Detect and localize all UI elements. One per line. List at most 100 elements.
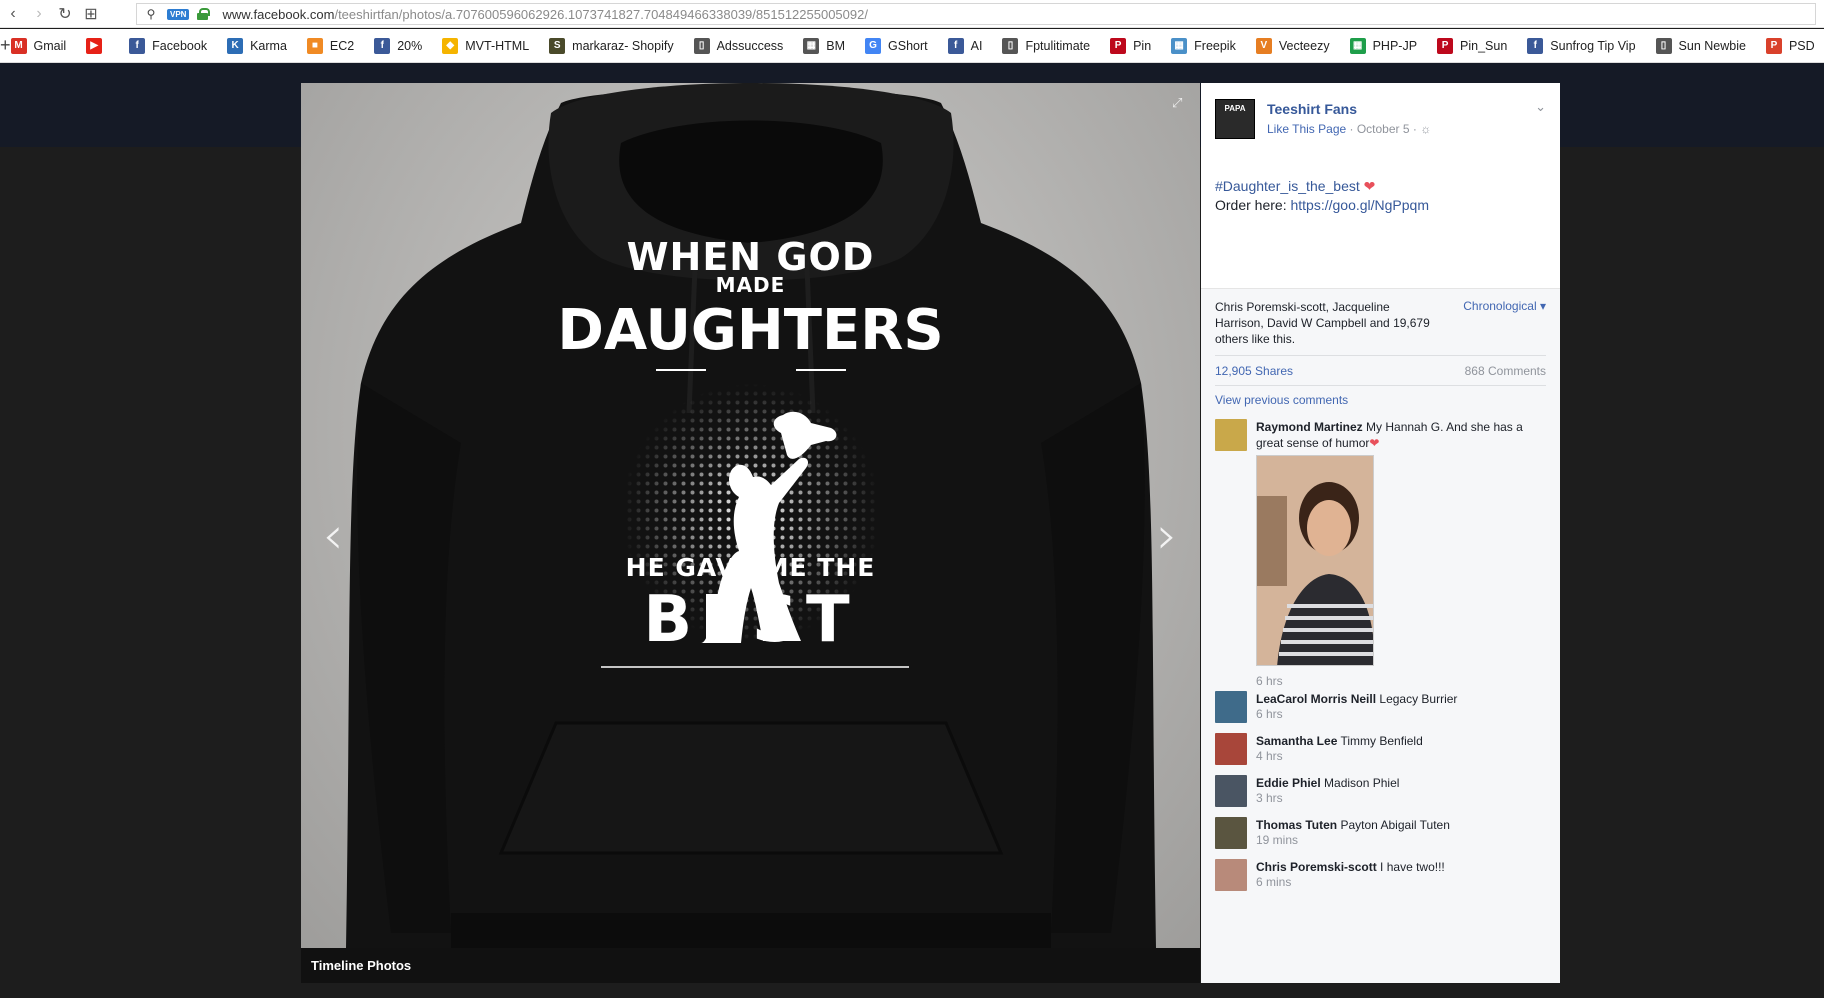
chevron-down-icon[interactable]: ⌄ — [1535, 99, 1546, 115]
bookmark-item[interactable]: K Karma — [227, 37, 287, 54]
aws-icon: ■ — [306, 37, 323, 54]
comment-time[interactable]: 6 mins — [1256, 875, 1291, 889]
bookmark-item[interactable]: ▦ BM — [803, 37, 846, 54]
comment-time[interactable]: 6 hrs — [1256, 707, 1283, 721]
comment-time[interactable]: 4 hrs — [1256, 749, 1283, 763]
bookmark-label: Sunfrog Tip Vip — [1550, 38, 1636, 53]
photo[interactable]: WHEN GOD MADE DAUGHTERS HE GAVE ME THE B… — [301, 83, 1200, 948]
commenter-avatar[interactable] — [1215, 419, 1247, 451]
bookmark-item[interactable]: V Vecteezy — [1255, 37, 1330, 54]
bookmark-label: PSD — [1788, 38, 1815, 53]
bookmark-item[interactable]: f Sunfrog Tip Vip — [1527, 37, 1636, 54]
page-icon: ▯ — [1002, 37, 1019, 54]
bookmarks-bar: + M Gmail ▶ f Facebook K Karma ■ EC2 f 20% ◆ MVT-HTM… — [0, 29, 1824, 63]
print-line-5: BEST — [643, 583, 858, 657]
likes-summary[interactable]: Chris Poremski-scott, Jacqueline Harriso… — [1215, 299, 1435, 347]
bookmark-item[interactable]: ■ EC2 — [306, 37, 354, 54]
bookmark-item[interactable]: ▯ Sun Newbie — [1655, 37, 1746, 54]
post-date[interactable]: October 5 — [1357, 122, 1410, 136]
bookmark-item[interactable]: ▶ — [86, 37, 109, 54]
reload-icon[interactable]: ↻ — [52, 0, 78, 28]
hashtag-link[interactable]: #Daughter_is_the_best — [1215, 178, 1360, 194]
post-panel: PAPA Teeshirt Fans Like This Page · Octo… — [1201, 83, 1560, 983]
bookmark-item[interactable]: ▯ Fptulitimate — [1002, 37, 1091, 54]
bookmark-label: Gmail — [33, 38, 67, 53]
grid-icon[interactable]: ⊞ — [78, 0, 104, 28]
bookmark-item[interactable]: ▯ Adssuccess — [693, 37, 784, 54]
bookmark-item[interactable]: Smarkaraz- Shopify — [549, 37, 674, 54]
view-previous-comments[interactable]: View previous comments — [1215, 393, 1348, 407]
forward-icon[interactable]: › — [26, 0, 52, 28]
bookmark-item[interactable]: ▦ Freepik — [1171, 37, 1236, 54]
commenter-avatar[interactable] — [1215, 691, 1247, 723]
commenter-name[interactable]: Thomas Tuten — [1256, 818, 1337, 832]
commenter-avatar[interactable] — [1215, 817, 1247, 849]
freepik-icon: ▦ — [1171, 37, 1188, 54]
bookmark-label: Sun Newbie — [1678, 38, 1746, 53]
bookmark-item[interactable]: f 20% — [374, 37, 423, 54]
commenter-avatar[interactable] — [1215, 859, 1247, 891]
post-meta: Like This Page · October 5 · ☼ — [1267, 122, 1432, 136]
sort-dropdown[interactable]: Chronological ▾ — [1463, 299, 1546, 313]
page-name[interactable]: Teeshirt Fans — [1267, 101, 1357, 117]
url-text: www.facebook.com/teeshirtfan/photos/a.70… — [222, 6, 868, 22]
diamond-icon: ◆ — [442, 37, 459, 54]
comment: LeaCarol Morris Neill Legacy Burrier 6 h… — [1215, 691, 1546, 725]
comment-text: Legacy Burrier — [1379, 692, 1458, 706]
vpn-badge[interactable]: VPN — [167, 8, 190, 20]
post-text: #Daughter_is_the_best ❤ Order here: http… — [1215, 177, 1429, 215]
commenter-avatar[interactable] — [1215, 775, 1247, 807]
commenter-name[interactable]: Raymond Martinez — [1256, 420, 1363, 434]
bookmark-label: BM — [826, 38, 846, 53]
bookmark-item[interactable]: G GShort — [865, 37, 928, 54]
comments-count[interactable]: 868 Comments — [1465, 364, 1546, 378]
commenter-name[interactable]: LeaCarol Morris Neill — [1256, 692, 1376, 706]
bookmark-label: 20% — [397, 38, 423, 53]
commenter-name[interactable]: Samantha Lee — [1256, 734, 1337, 748]
search-icon: ⚲ — [146, 7, 156, 21]
pinterest-icon: P — [1437, 37, 1454, 54]
bookmark-item[interactable]: P Pin — [1110, 37, 1151, 54]
like-page-link[interactable]: Like This Page — [1267, 122, 1346, 136]
add-bookmark-icon[interactable]: + — [0, 35, 11, 56]
back-icon[interactable]: ‹ — [0, 0, 26, 28]
photo-viewer: WHEN GOD MADE DAUGHTERS HE GAVE ME THE B… — [301, 83, 1200, 983]
shares-link[interactable]: 12,905 Shares — [1215, 364, 1293, 378]
previous-photo-icon[interactable]: ‹ — [313, 506, 353, 566]
bookmark-label: Fptulitimate — [1025, 38, 1091, 53]
bookmark-item[interactable]: M Gmail — [10, 37, 67, 54]
bookmark-item[interactable]: P Pin_Sun — [1437, 37, 1507, 54]
comment: Chris Poremski-scott I have two!!! 6 min… — [1215, 859, 1546, 893]
page-avatar[interactable]: PAPA — [1215, 99, 1255, 139]
bookmark-label: Freepik — [1194, 38, 1236, 53]
bookmark-item[interactable]: ◆ MVT-HTML — [442, 37, 529, 54]
bookmark-label: Adssuccess — [716, 38, 784, 53]
commenter-name[interactable]: Chris Poremski-scott — [1256, 860, 1377, 874]
next-photo-icon[interactable]: › — [1147, 506, 1187, 566]
order-link[interactable]: https://goo.gl/NgPpqm — [1290, 197, 1429, 213]
karma-icon: K — [227, 37, 244, 54]
bookmark-item[interactable]: f Facebook — [129, 37, 207, 54]
address-bar[interactable]: ⚲ VPN www.facebook.com/teeshirtfan/photo… — [136, 3, 1816, 25]
comment-photo[interactable] — [1256, 455, 1374, 666]
commenter-name[interactable]: Eddie Phiel — [1256, 776, 1321, 790]
comment-time[interactable]: 6 hrs — [1256, 674, 1283, 688]
bookmark-item[interactable]: ▦ PHP-JP — [1349, 37, 1417, 54]
divider — [1215, 355, 1546, 356]
heart-icon: ❤ — [1363, 178, 1376, 194]
order-label: Order here: — [1215, 197, 1287, 213]
bookmark-item[interactable]: f AI — [947, 37, 982, 54]
commenter-avatar[interactable] — [1215, 733, 1247, 765]
caption-bar: Timeline Photos — [301, 948, 1200, 983]
page-icon: ▯ — [1655, 37, 1672, 54]
comment-time[interactable]: 19 mins — [1256, 833, 1298, 847]
comment: Samantha Lee Timmy Benfield 4 hrs — [1215, 733, 1546, 767]
album-caption[interactable]: Timeline Photos — [311, 958, 411, 973]
comment-time[interactable]: 3 hrs — [1256, 791, 1283, 805]
girl-photo-image — [1257, 456, 1373, 665]
hoodie-image — [346, 83, 1156, 948]
print-line-3: DAUGHTERS — [557, 298, 944, 363]
bookmark-item[interactable]: P PSD — [1765, 37, 1815, 54]
browser-toolbar: ‹ › ↻ ⊞ ⚲ VPN www.facebook.com/teeshirtf… — [0, 0, 1824, 28]
fullscreen-icon[interactable]: ⤢ — [1172, 95, 1188, 111]
